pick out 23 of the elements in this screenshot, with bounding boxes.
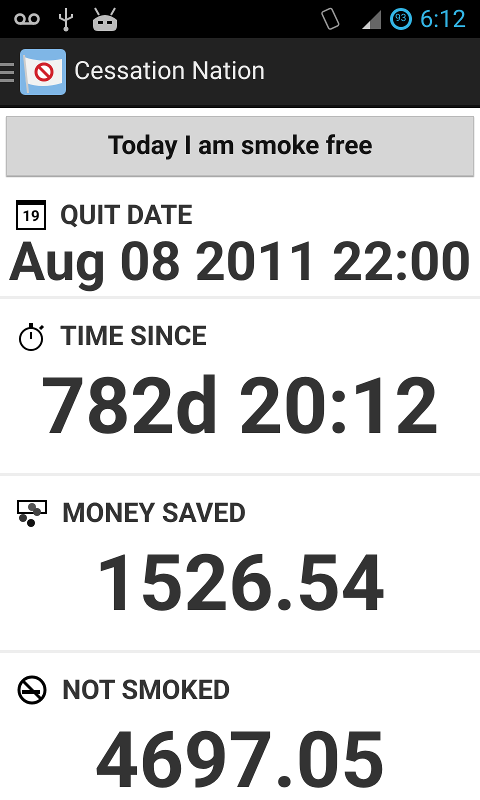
- smoke-free-button[interactable]: Today I am smoke free: [6, 116, 474, 176]
- robot-icon: [92, 6, 118, 32]
- money-icon: [16, 498, 48, 528]
- rotation-icon: [320, 6, 342, 32]
- stat-label: NOT SMOKED: [62, 676, 230, 704]
- clock: 6:12: [420, 7, 466, 31]
- calendar-icon: 19: [16, 200, 46, 230]
- stat-value: Aug 08 2011 22:00: [8, 232, 472, 294]
- app-title: Cessation Nation: [74, 56, 266, 88]
- signal-icon: [360, 8, 382, 30]
- stat-label: TIME SINCE: [60, 322, 207, 350]
- stopwatch-icon: [16, 320, 46, 352]
- menu-icon[interactable]: [0, 60, 14, 82]
- voicemail-icon: [14, 12, 40, 26]
- battery-indicator: 93: [390, 8, 412, 30]
- no-smoking-icon: [16, 674, 48, 706]
- usb-icon: [58, 6, 74, 32]
- stat-label: MONEY SAVED: [62, 500, 246, 526]
- stat-value: 1526.54: [93, 538, 387, 632]
- app-logo-icon[interactable]: [20, 48, 66, 94]
- stat-label: QUIT DATE: [60, 202, 192, 228]
- stat-value: 4697.05: [93, 715, 387, 800]
- stat-value: 782d 20:12: [40, 361, 440, 455]
